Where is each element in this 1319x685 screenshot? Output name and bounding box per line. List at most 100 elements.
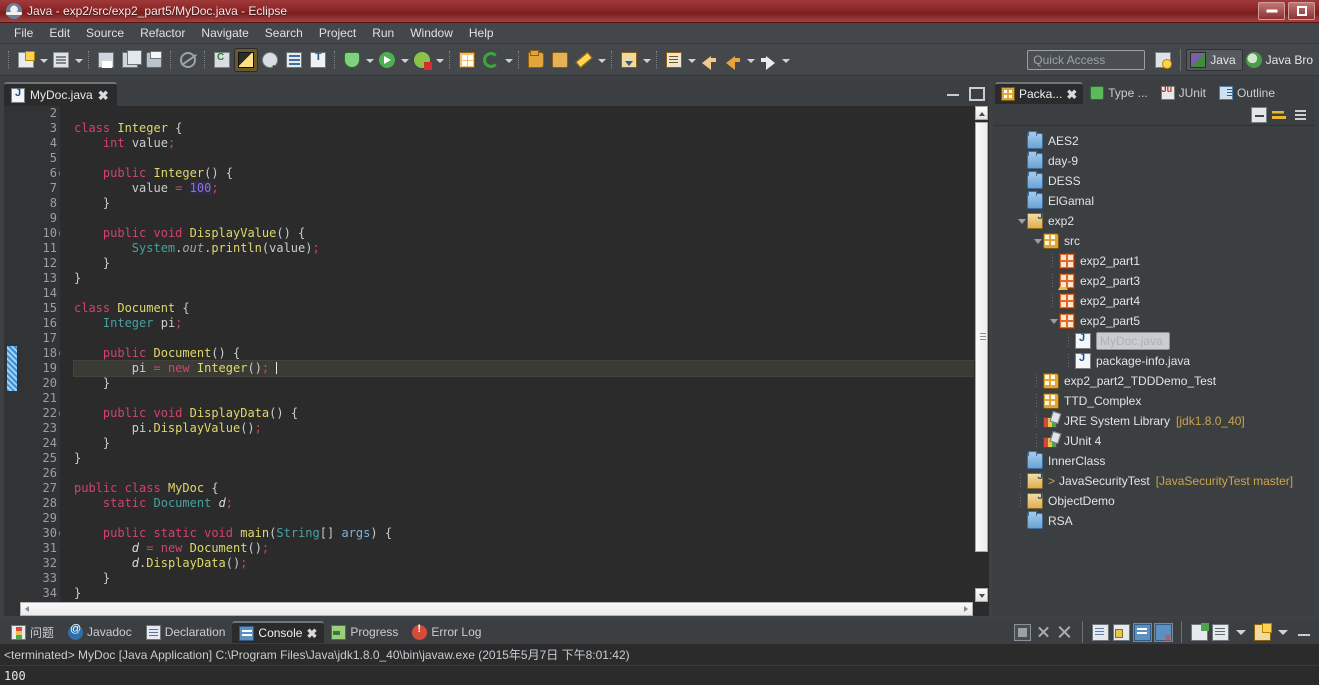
tree-item[interactable]: ObjectDemo — [993, 491, 1315, 511]
new-java-dropdown[interactable] — [73, 49, 84, 71]
save-all-button[interactable] — [119, 49, 142, 71]
minimize-icon[interactable] — [945, 84, 961, 100]
tree-item[interactable]: day-9 — [993, 151, 1315, 171]
clear-console-icon[interactable] — [1092, 623, 1109, 641]
menu-help[interactable]: Help — [461, 24, 502, 42]
tab-outline[interactable]: Outline — [1213, 82, 1281, 104]
editor-horizontal-scrollbar[interactable] — [20, 602, 973, 616]
next-edit-button[interactable] — [618, 49, 640, 71]
tree-item[interactable]: DESS — [993, 171, 1315, 191]
view-menu-icon[interactable] — [1293, 107, 1309, 123]
close-icon[interactable]: ✖ — [98, 89, 109, 102]
forward-dropdown[interactable] — [780, 49, 791, 71]
tree-item[interactable]: exp2_part2_TDDDemo_Test — [993, 371, 1315, 391]
remove-all-icon[interactable] — [1056, 624, 1073, 641]
close-console-icon[interactable] — [1154, 622, 1173, 644]
menu-file[interactable]: File — [6, 24, 41, 42]
previous-button[interactable] — [722, 49, 744, 71]
edit-dropdown[interactable] — [596, 49, 607, 71]
expand-arrow-icon[interactable] — [1047, 311, 1059, 331]
tree-item[interactable]: RSA — [993, 511, 1315, 531]
menu-search[interactable]: Search — [257, 24, 311, 42]
expand-arrow-icon[interactable] — [1031, 231, 1043, 251]
debug-button[interactable] — [341, 49, 363, 71]
tree-item[interactable]: >JavaSecurityTest [JavaSecurityTest maste… — [993, 471, 1315, 491]
menu-window[interactable]: Window — [402, 24, 461, 42]
tree-item[interactable]: exp2_part5 — [993, 311, 1315, 331]
annotation-button[interactable] — [663, 49, 685, 71]
editor-tab-mydoc[interactable]: MyDoc.java ✖ — [4, 82, 117, 106]
collapse-all-icon[interactable] — [1251, 106, 1267, 123]
save-button[interactable] — [95, 49, 117, 71]
tree-item[interactable]: exp2 — [993, 211, 1315, 231]
tree-item[interactable]: AES2 — [993, 131, 1315, 151]
tree-item[interactable]: src — [993, 231, 1315, 251]
new-java-project-button[interactable] — [456, 49, 478, 71]
menu-run[interactable]: Run — [364, 24, 402, 42]
tab-problems[interactable]: 问题 — [4, 621, 61, 643]
close-icon[interactable]: ✖ — [306, 627, 317, 640]
editor-marker-column[interactable] — [4, 106, 20, 616]
run-button[interactable] — [376, 49, 398, 71]
perspective-java[interactable]: Java — [1186, 48, 1243, 71]
tab-junit[interactable]: JUnit — [1155, 82, 1212, 104]
quick-access-input[interactable]: Quick Access — [1027, 49, 1146, 70]
menu-navigate[interactable]: Navigate — [193, 24, 256, 42]
tree-item[interactable]: JUnit 4 — [993, 431, 1315, 451]
open-perspective-button[interactable] — [1152, 49, 1174, 71]
tree-item[interactable]: InnerClass — [993, 451, 1315, 471]
open-console-icon[interactable] — [1191, 622, 1209, 641]
debug-dropdown[interactable] — [364, 49, 375, 71]
forward-button[interactable] — [757, 49, 779, 71]
display-console-icon[interactable] — [1212, 623, 1229, 641]
refresh-dropdown[interactable] — [503, 49, 514, 71]
minimize-icon[interactable] — [1296, 624, 1313, 641]
new-java-file-button[interactable] — [50, 49, 72, 71]
chevron-down-icon[interactable] — [1233, 624, 1250, 641]
perspective-java-browsing[interactable]: Java Bro — [1243, 49, 1319, 71]
tab-progress[interactable]: Progress — [324, 621, 405, 643]
scroll-right-icon[interactable] — [960, 603, 972, 615]
package-explorer-tree[interactable]: AES2 day-9 DESS ElGamal exp2 srcexp2_part1exp… — [993, 127, 1315, 616]
tree-item[interactable]: exp2_part3 — [993, 271, 1315, 291]
menu-project[interactable]: Project — [311, 24, 364, 42]
tree-item[interactable]: package-info.java — [993, 351, 1315, 371]
close-icon[interactable]: ✖ — [1066, 88, 1077, 101]
open-type-button[interactable] — [259, 49, 281, 71]
scroll-down-icon[interactable] — [975, 588, 988, 602]
new-class-button[interactable] — [211, 49, 233, 71]
next-edit-dropdown[interactable] — [641, 49, 652, 71]
window-maximize-button[interactable] — [1288, 2, 1315, 20]
tab-error-log[interactable]: Error Log — [405, 621, 488, 643]
back-button[interactable] — [698, 49, 720, 71]
pin-console-icon[interactable] — [1133, 622, 1152, 642]
open-resource-button[interactable] — [525, 49, 547, 71]
open-task-button[interactable] — [283, 49, 305, 71]
editor-vertical-scrollbar[interactable] — [974, 106, 989, 602]
external-tools-button[interactable] — [411, 49, 433, 71]
scrollbar-thumb[interactable] — [975, 122, 988, 552]
tab-declaration[interactable]: Declaration — [139, 621, 233, 643]
view-menu-icon[interactable] — [1275, 624, 1292, 641]
expand-arrow-icon[interactable] — [1015, 211, 1027, 231]
menu-edit[interactable]: Edit — [41, 24, 78, 42]
annotation-dropdown[interactable] — [686, 49, 697, 71]
tab-console[interactable]: Console ✖ — [232, 621, 325, 643]
toggle-presentation-button[interactable] — [307, 49, 329, 71]
tab-package-explorer[interactable]: Packa... ✖ — [995, 82, 1084, 104]
skip-all-breakpoints-button[interactable] — [234, 47, 258, 72]
previous-dropdown[interactable] — [745, 49, 756, 71]
new-button[interactable] — [15, 49, 37, 71]
scroll-up-icon[interactable] — [975, 106, 988, 120]
tree-item[interactable]: ElGamal — [993, 191, 1315, 211]
toggle-mark-occurrences-button[interactable] — [177, 49, 199, 71]
tree-item[interactable]: exp2_part4 — [993, 291, 1315, 311]
refresh-button[interactable] — [480, 49, 502, 71]
tree-item[interactable]: MyDoc.java — [993, 331, 1315, 351]
menu-refactor[interactable]: Refactor — [132, 24, 193, 42]
window-minimize-button[interactable] — [1258, 2, 1285, 20]
new-console-view-icon[interactable] — [1254, 622, 1272, 641]
new-dropdown[interactable] — [38, 49, 49, 71]
editor-code-area[interactable]: class Integer { int value; public Intege… — [60, 106, 989, 616]
scroll-lock-icon[interactable] — [1113, 623, 1130, 641]
